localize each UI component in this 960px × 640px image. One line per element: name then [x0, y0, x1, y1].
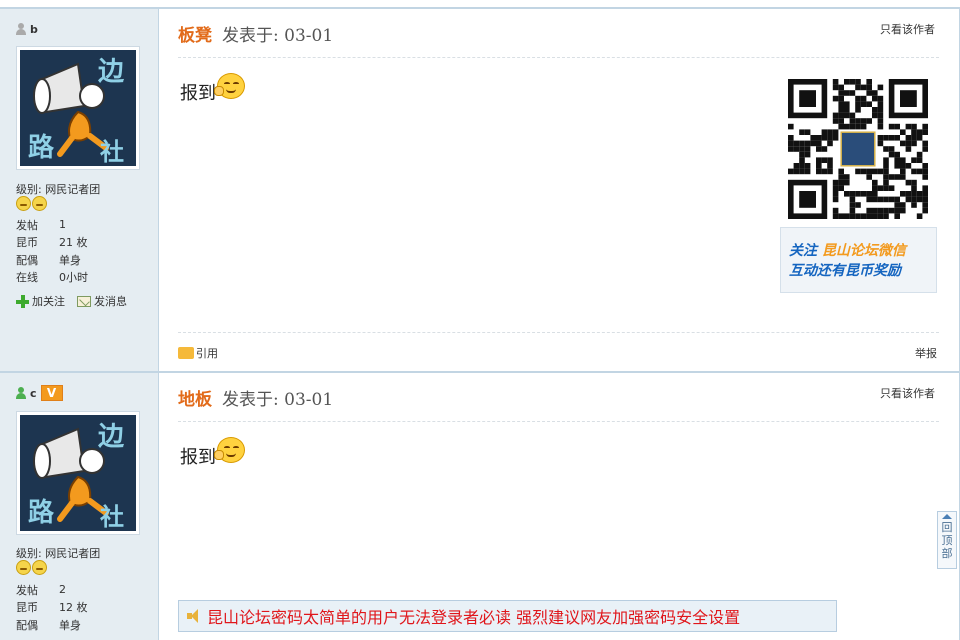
speaker-icon — [187, 609, 201, 623]
user-stats: 发帖 2 昆币 12 枚 配偶 单身 — [16, 581, 146, 634]
author-name[interactable]: c V — [16, 385, 63, 401]
divider — [178, 57, 939, 58]
smiley-icon — [214, 73, 245, 99]
qr-code-icon — [788, 79, 928, 219]
username[interactable]: b — [30, 23, 38, 36]
post-date: 发表于: 03-01 — [222, 26, 334, 46]
avatar-text-3: 社 — [100, 138, 124, 166]
author-actions: 加关注 发消息 — [16, 293, 127, 309]
star-icon — [16, 560, 31, 575]
post-footer: 引用 举报 — [178, 345, 937, 361]
level-stars — [16, 196, 47, 211]
avatar[interactable]: 边 路 社 — [16, 411, 140, 535]
mail-icon — [77, 295, 91, 307]
star-icon — [32, 196, 47, 211]
wechat-banner[interactable]: 关注 昆山论坛微信 互动还有昆币奖励 — [780, 227, 937, 293]
avatar-text-1: 边 — [98, 422, 125, 452]
avatar-text-2: 路 — [28, 497, 55, 528]
plus-icon — [16, 294, 29, 308]
post-content: 报到 — [180, 73, 245, 105]
divider — [178, 421, 939, 422]
user-level: 级别: 网民记者团 — [16, 183, 101, 196]
arrow-up-icon — [942, 514, 952, 519]
user-icon — [16, 23, 26, 35]
post-header: 板凳 发表于: 03-01 — [178, 21, 333, 46]
post-date: 发表于: 03-01 — [222, 390, 334, 410]
star-icon — [32, 560, 47, 575]
megaphone-mascot-avatar-icon: 边 路 社 — [20, 415, 136, 531]
level-stars — [16, 560, 47, 575]
floor-label[interactable]: 板凳 — [178, 21, 212, 46]
avatar-text-3: 社 — [100, 503, 124, 531]
follow-button[interactable]: 加关注 — [16, 293, 65, 309]
post-content: 报到 — [180, 437, 245, 469]
stat-posts: 发帖 2 — [16, 583, 66, 597]
user-online-icon — [16, 387, 26, 399]
author-sidebar: c V 边 路 社 级别: 网民记者团 发帖 2 昆币 12 枚 配偶 单身 — [0, 373, 159, 640]
post-header: 地板 发表于: 03-01 — [178, 385, 333, 410]
back-to-top-button[interactable]: 回 顶 部 — [937, 511, 957, 569]
notice-text[interactable]: 昆山论坛密码太简单的用户无法登录者必读 强烈建议网友加强密码安全设置 — [207, 604, 740, 628]
only-author-link[interactable]: 只看该作者 — [880, 385, 935, 401]
stat-online: 在线 0小时 — [16, 271, 88, 285]
post-item: b 边 路 社 级别: 网民记者团 发帖 1 昆币 21 枚 配偶 单身 在线 … — [0, 7, 960, 371]
post-main: 板凳 发表于: 03-01 只看该作者 报到 关注 昆山论坛微信 互动还有昆币奖… — [160, 9, 960, 371]
report-button[interactable]: 举报 — [915, 345, 937, 361]
smiley-icon — [214, 437, 245, 463]
only-author-link[interactable]: 只看该作者 — [880, 21, 935, 37]
star-icon — [16, 196, 31, 211]
megaphone-mascot-avatar-icon: 边 路 社 — [20, 50, 136, 166]
wechat-qr-ad[interactable]: 关注 昆山论坛微信 互动还有昆币奖励 — [780, 79, 937, 295]
quote-icon — [178, 347, 194, 359]
stat-posts: 发帖 1 — [16, 218, 66, 232]
divider — [178, 332, 939, 333]
username[interactable]: c — [30, 387, 37, 400]
avatar-text-1: 边 — [98, 57, 125, 87]
avatar-text-2: 路 — [28, 132, 55, 163]
author-name[interactable]: b — [16, 21, 38, 37]
stat-spouse: 配偶 单身 — [16, 618, 81, 632]
quote-button[interactable]: 引用 — [178, 345, 218, 361]
author-sidebar: b 边 路 社 级别: 网民记者团 发帖 1 昆币 21 枚 配偶 单身 在线 … — [0, 9, 159, 371]
avatar[interactable]: 边 路 社 — [16, 46, 140, 170]
security-notice[interactable]: 昆山论坛密码太简单的用户无法登录者必读 强烈建议网友加强密码安全设置 — [178, 600, 837, 632]
stat-coins: 昆币 12 枚 — [16, 601, 88, 615]
user-level: 级别: 网民记者团 — [16, 547, 101, 560]
stat-coins: 昆币 21 枚 — [16, 236, 88, 250]
send-message-button[interactable]: 发消息 — [77, 293, 127, 309]
stat-spouse: 配偶 单身 — [16, 253, 81, 267]
vip-badge[interactable]: V — [40, 385, 63, 401]
floor-label[interactable]: 地板 — [178, 385, 212, 410]
user-stats: 发帖 1 昆币 21 枚 配偶 单身 在线 0小时 — [16, 216, 146, 286]
